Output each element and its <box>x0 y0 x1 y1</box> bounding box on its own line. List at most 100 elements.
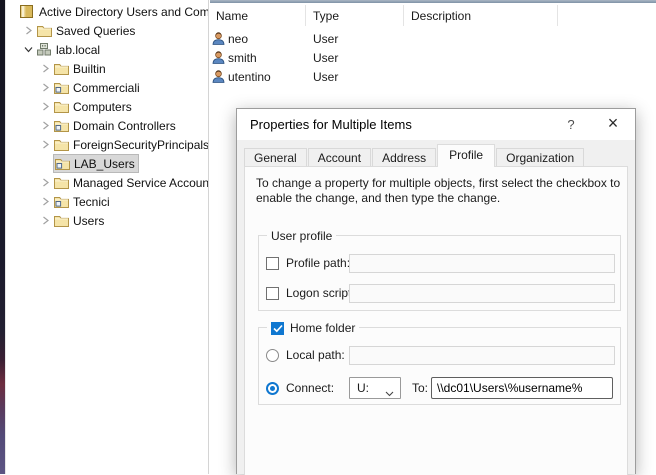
ou-folder-icon <box>54 196 70 208</box>
column-separator[interactable] <box>305 5 306 26</box>
folder-icon <box>54 63 70 75</box>
tree-item-label: Domain Controllers <box>73 119 176 133</box>
logon-script-input[interactable] <box>349 284 615 303</box>
chevron-down-icon <box>385 386 394 400</box>
drive-letter-value: U: <box>357 381 369 395</box>
column-separator[interactable] <box>403 5 404 26</box>
connect-radio[interactable] <box>266 382 279 395</box>
tree-item-label: Saved Queries <box>56 24 135 38</box>
tree-item-root[interactable]: Active Directory Users and Com <box>7 2 208 21</box>
local-path-radio[interactable] <box>266 349 279 362</box>
tab-strip: General Account Address Profile Organiza… <box>244 146 585 167</box>
chevron-right-icon[interactable] <box>37 197 54 206</box>
chevron-right-icon[interactable] <box>37 140 54 149</box>
user-icon <box>212 51 225 67</box>
tree-item-users[interactable]: Users <box>7 211 208 230</box>
tab-organization[interactable]: Organization <box>496 148 584 167</box>
tree-item-label: Computers <box>73 100 132 114</box>
list-item-neo[interactable]: neo User <box>210 29 656 48</box>
tree-item-domain-controllers[interactable]: Domain Controllers <box>7 116 208 135</box>
tree-item-commerciali[interactable]: Commerciali <box>7 78 208 97</box>
chevron-right-icon[interactable] <box>37 121 54 130</box>
tree-item-foreign-security-principals[interactable]: ForeignSecurityPrincipals <box>7 135 208 154</box>
tab-general[interactable]: General <box>244 148 307 167</box>
selected-item-highlight[interactable]: LAB_Users <box>54 155 138 172</box>
profile-path-input[interactable] <box>349 254 615 273</box>
folder-icon <box>37 25 53 37</box>
cell-name: utentino <box>228 70 271 84</box>
tree-item-label: LAB_Users <box>74 157 135 171</box>
list-item-utentino[interactable]: utentino User <box>210 67 656 86</box>
to-label: To: <box>412 381 428 395</box>
profile-path-label: Profile path: <box>286 256 350 270</box>
tree-item-label: Active Directory Users and Com <box>39 5 209 19</box>
cell-type: User <box>313 51 338 65</box>
tab-account[interactable]: Account <box>308 148 371 167</box>
list-item-smith[interactable]: smith User <box>210 48 656 67</box>
column-header-description[interactable]: Description <box>411 9 471 23</box>
tree-item-label: Users <box>73 214 104 228</box>
column-header-type[interactable]: Type <box>313 9 339 23</box>
chevron-right-icon[interactable] <box>37 83 54 92</box>
dialog-title: Properties for Multiple Items <box>250 117 412 132</box>
properties-dialog: Properties for Multiple Items ? × Genera… <box>236 108 636 474</box>
home-folder-checkbox[interactable] <box>271 322 284 335</box>
dialog-titlebar: Properties for Multiple Items ? × <box>237 109 635 140</box>
user-profile-group: User profile Profile path: Logon script: <box>258 235 621 311</box>
tree-item-label: lab.local <box>56 43 100 57</box>
chevron-right-icon[interactable] <box>20 26 37 35</box>
home-folder-caption: Home folder <box>267 320 359 336</box>
cell-name: smith <box>228 51 257 65</box>
tab-address[interactable]: Address <box>372 148 436 167</box>
chevron-down-icon[interactable] <box>20 46 37 54</box>
tree-item-saved-queries[interactable]: Saved Queries <box>7 21 208 40</box>
folder-icon <box>54 215 70 227</box>
domain-icon <box>37 43 53 56</box>
chevron-right-icon[interactable] <box>37 216 54 225</box>
tree-item-label: ForeignSecurityPrincipals <box>73 138 209 152</box>
local-path-input[interactable] <box>349 346 615 365</box>
folder-icon <box>54 101 70 113</box>
tree-item-label: Tecnici <box>73 195 110 209</box>
home-folder-path-input[interactable] <box>431 377 613 399</box>
user-icon <box>212 32 225 48</box>
list-rows: neo User smith User utentino User <box>210 29 656 86</box>
tree-item-label: Builtin <box>73 62 106 76</box>
column-separator[interactable] <box>557 5 558 26</box>
connect-label: Connect: <box>286 381 334 395</box>
chevron-right-icon[interactable] <box>37 64 54 73</box>
home-folder-group: Home folder Local path: Connect: U: To: <box>258 327 621 405</box>
chevron-right-icon[interactable] <box>37 178 54 187</box>
folder-icon <box>54 177 70 189</box>
logon-script-label: Logon script: <box>286 286 355 300</box>
logon-script-checkbox[interactable] <box>266 287 279 300</box>
close-icon[interactable]: × <box>591 109 635 140</box>
user-icon <box>212 70 225 86</box>
group-caption-label: Home folder <box>290 321 355 335</box>
tree-item-label: Managed Service Accounts <box>73 176 209 190</box>
tree-item-lab-local[interactable]: lab.local <box>7 40 208 59</box>
cell-type: User <box>313 32 338 46</box>
help-button[interactable]: ? <box>553 109 589 140</box>
console-tree-panel: Active Directory Users and Com Saved Que… <box>7 0 209 474</box>
ou-folder-icon <box>54 120 70 132</box>
chevron-right-icon[interactable] <box>37 102 54 111</box>
tree-item-tecnici[interactable]: Tecnici <box>7 192 208 211</box>
column-header-name[interactable]: Name <box>216 9 248 23</box>
group-caption-label: User profile <box>271 229 332 243</box>
check-icon <box>273 324 283 333</box>
ou-folder-icon <box>54 82 70 94</box>
profile-tab-page: To change a property for multiple object… <box>244 166 628 475</box>
tree-item-builtin[interactable]: Builtin <box>7 59 208 78</box>
tab-profile[interactable]: Profile <box>437 144 495 167</box>
user-profile-caption: User profile <box>267 228 336 244</box>
tree-item-computers[interactable]: Computers <box>7 97 208 116</box>
list-header: Name Type Description <box>210 3 656 27</box>
profile-path-checkbox[interactable] <box>266 257 279 270</box>
drive-letter-dropdown[interactable]: U: <box>349 377 401 399</box>
local-path-label: Local path: <box>286 348 345 362</box>
tree-item-lab-users[interactable]: LAB_Users <box>7 154 208 173</box>
tree-item-label: Commerciali <box>73 81 140 95</box>
cell-type: User <box>313 70 338 84</box>
tree-item-managed-service-accounts[interactable]: Managed Service Accounts <box>7 173 208 192</box>
